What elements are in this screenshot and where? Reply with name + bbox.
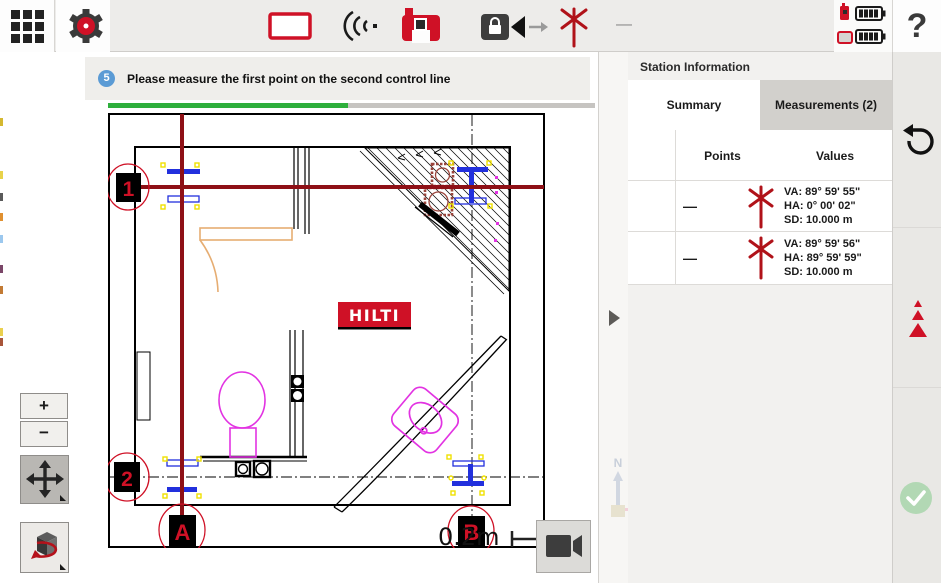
undo-button[interactable] — [899, 120, 937, 158]
apps-grid-icon — [11, 10, 44, 43]
confirm-button[interactable] — [898, 480, 934, 516]
layer-tick — [0, 171, 3, 179]
point-name: — — [683, 181, 697, 231]
zoom-out-button[interactable]: − — [20, 421, 68, 447]
marker-a-label: A — [175, 520, 191, 545]
sd-value: SD: 10.000 m — [784, 265, 862, 279]
layer-tick — [0, 286, 3, 294]
north-compass: N — [607, 445, 629, 525]
layer-tick — [0, 193, 3, 201]
instruction-banner: 5 Please measure the first point on the … — [85, 57, 590, 100]
action-bar — [892, 52, 941, 583]
app-window: — — [0, 0, 941, 583]
tab-measurements-label: Measurements (2) — [775, 98, 877, 112]
tab-measurements[interactable]: Measurements (2) — [760, 80, 892, 130]
va-value: VA: 89° 59' 56" — [784, 237, 862, 251]
pan-tool-button[interactable] — [20, 455, 69, 504]
apps-menu-button[interactable] — [0, 0, 55, 52]
logo-text: HILTI — [349, 306, 400, 325]
marker-2-label: 2 — [121, 468, 133, 491]
tab-summary[interactable]: Summary — [628, 80, 760, 130]
column-values: Values — [778, 130, 892, 181]
layer-tick — [0, 118, 3, 126]
camera-lock-icon[interactable] — [481, 12, 551, 42]
measurement-values: VA: 89° 59' 56" HA: 89° 59' 59" SD: 10.0… — [784, 237, 862, 279]
logo-block: HILTI — [338, 302, 411, 330]
ha-value: HA: 0° 00' 02" — [784, 199, 860, 213]
scale-label: 0.2m — [438, 523, 500, 548]
rotate-3d-button[interactable] — [20, 522, 69, 573]
camera-icon — [544, 532, 584, 560]
tablet-battery-icon — [838, 30, 886, 43]
pan-arrows-icon — [26, 460, 64, 498]
submenu-triangle — [60, 564, 66, 570]
step-number-badge: 5 — [98, 70, 115, 87]
measurement-row[interactable]: — VA: 89° 59' 56" HA: 89° 59' 59" SD: 10… — [628, 232, 892, 285]
wall-opening — [137, 352, 150, 420]
progress-bar — [108, 103, 595, 108]
signal-icon[interactable] — [342, 10, 382, 42]
zoom-in-button[interactable]: + — [20, 393, 68, 419]
point-name: — — [683, 232, 697, 284]
overflow-dash: — — [616, 16, 632, 34]
column-points: Points — [675, 130, 770, 181]
station-information-panel: Station Information Summary Measurements… — [628, 52, 892, 583]
layer-tick — [0, 328, 3, 336]
display-icon[interactable] — [268, 12, 312, 40]
top-toolbar: — — [0, 0, 941, 52]
prism-pole-icon[interactable] — [558, 6, 590, 48]
compass-label: N — [614, 456, 623, 470]
progress-fill — [108, 103, 348, 108]
settings-button[interactable] — [56, 0, 110, 52]
rotate-cube-icon — [23, 526, 67, 568]
prism-icon — [746, 185, 776, 229]
floor-plan-canvas[interactable]: HILTI 1 2 A B 0 — [108, 113, 545, 548]
instruction-text: Please measure the first point on the se… — [127, 72, 450, 86]
help-button[interactable]: ? — [892, 0, 941, 52]
station-tabs: Summary Measurements (2) — [628, 80, 892, 130]
marker-1-label: 1 — [123, 178, 135, 201]
station-battery-icon — [840, 3, 886, 20]
submenu-triangle — [60, 495, 66, 501]
measurements-table-header: Points Values — [628, 130, 892, 181]
expand-panel-arrow[interactable] — [609, 310, 620, 326]
gear-icon — [64, 3, 108, 49]
prism-icon — [746, 236, 776, 280]
sd-value: SD: 10.000 m — [784, 213, 860, 227]
layer-tick — [0, 235, 3, 243]
prism-height-button[interactable] — [905, 300, 931, 340]
panel-splitter: N — [598, 52, 628, 583]
tab-summary-label: Summary — [667, 98, 722, 112]
measurement-values: VA: 89° 59' 55" HA: 0° 00' 02" SD: 10.00… — [784, 185, 860, 227]
battery-status — [834, 0, 892, 52]
layer-tick — [0, 338, 3, 346]
va-value: VA: 89° 59' 55" — [784, 185, 860, 199]
ha-value: HA: 89° 59' 59" — [784, 251, 862, 265]
camera-view-button[interactable] — [536, 520, 591, 573]
layer-tick — [0, 265, 3, 273]
total-station-icon[interactable] — [400, 6, 442, 48]
panel-title: Station Information — [628, 52, 892, 80]
measurement-row[interactable]: — VA: 89° 59' 55" HA: 0° 00' 02" SD: 10.… — [628, 181, 892, 232]
layer-tick — [0, 213, 3, 221]
